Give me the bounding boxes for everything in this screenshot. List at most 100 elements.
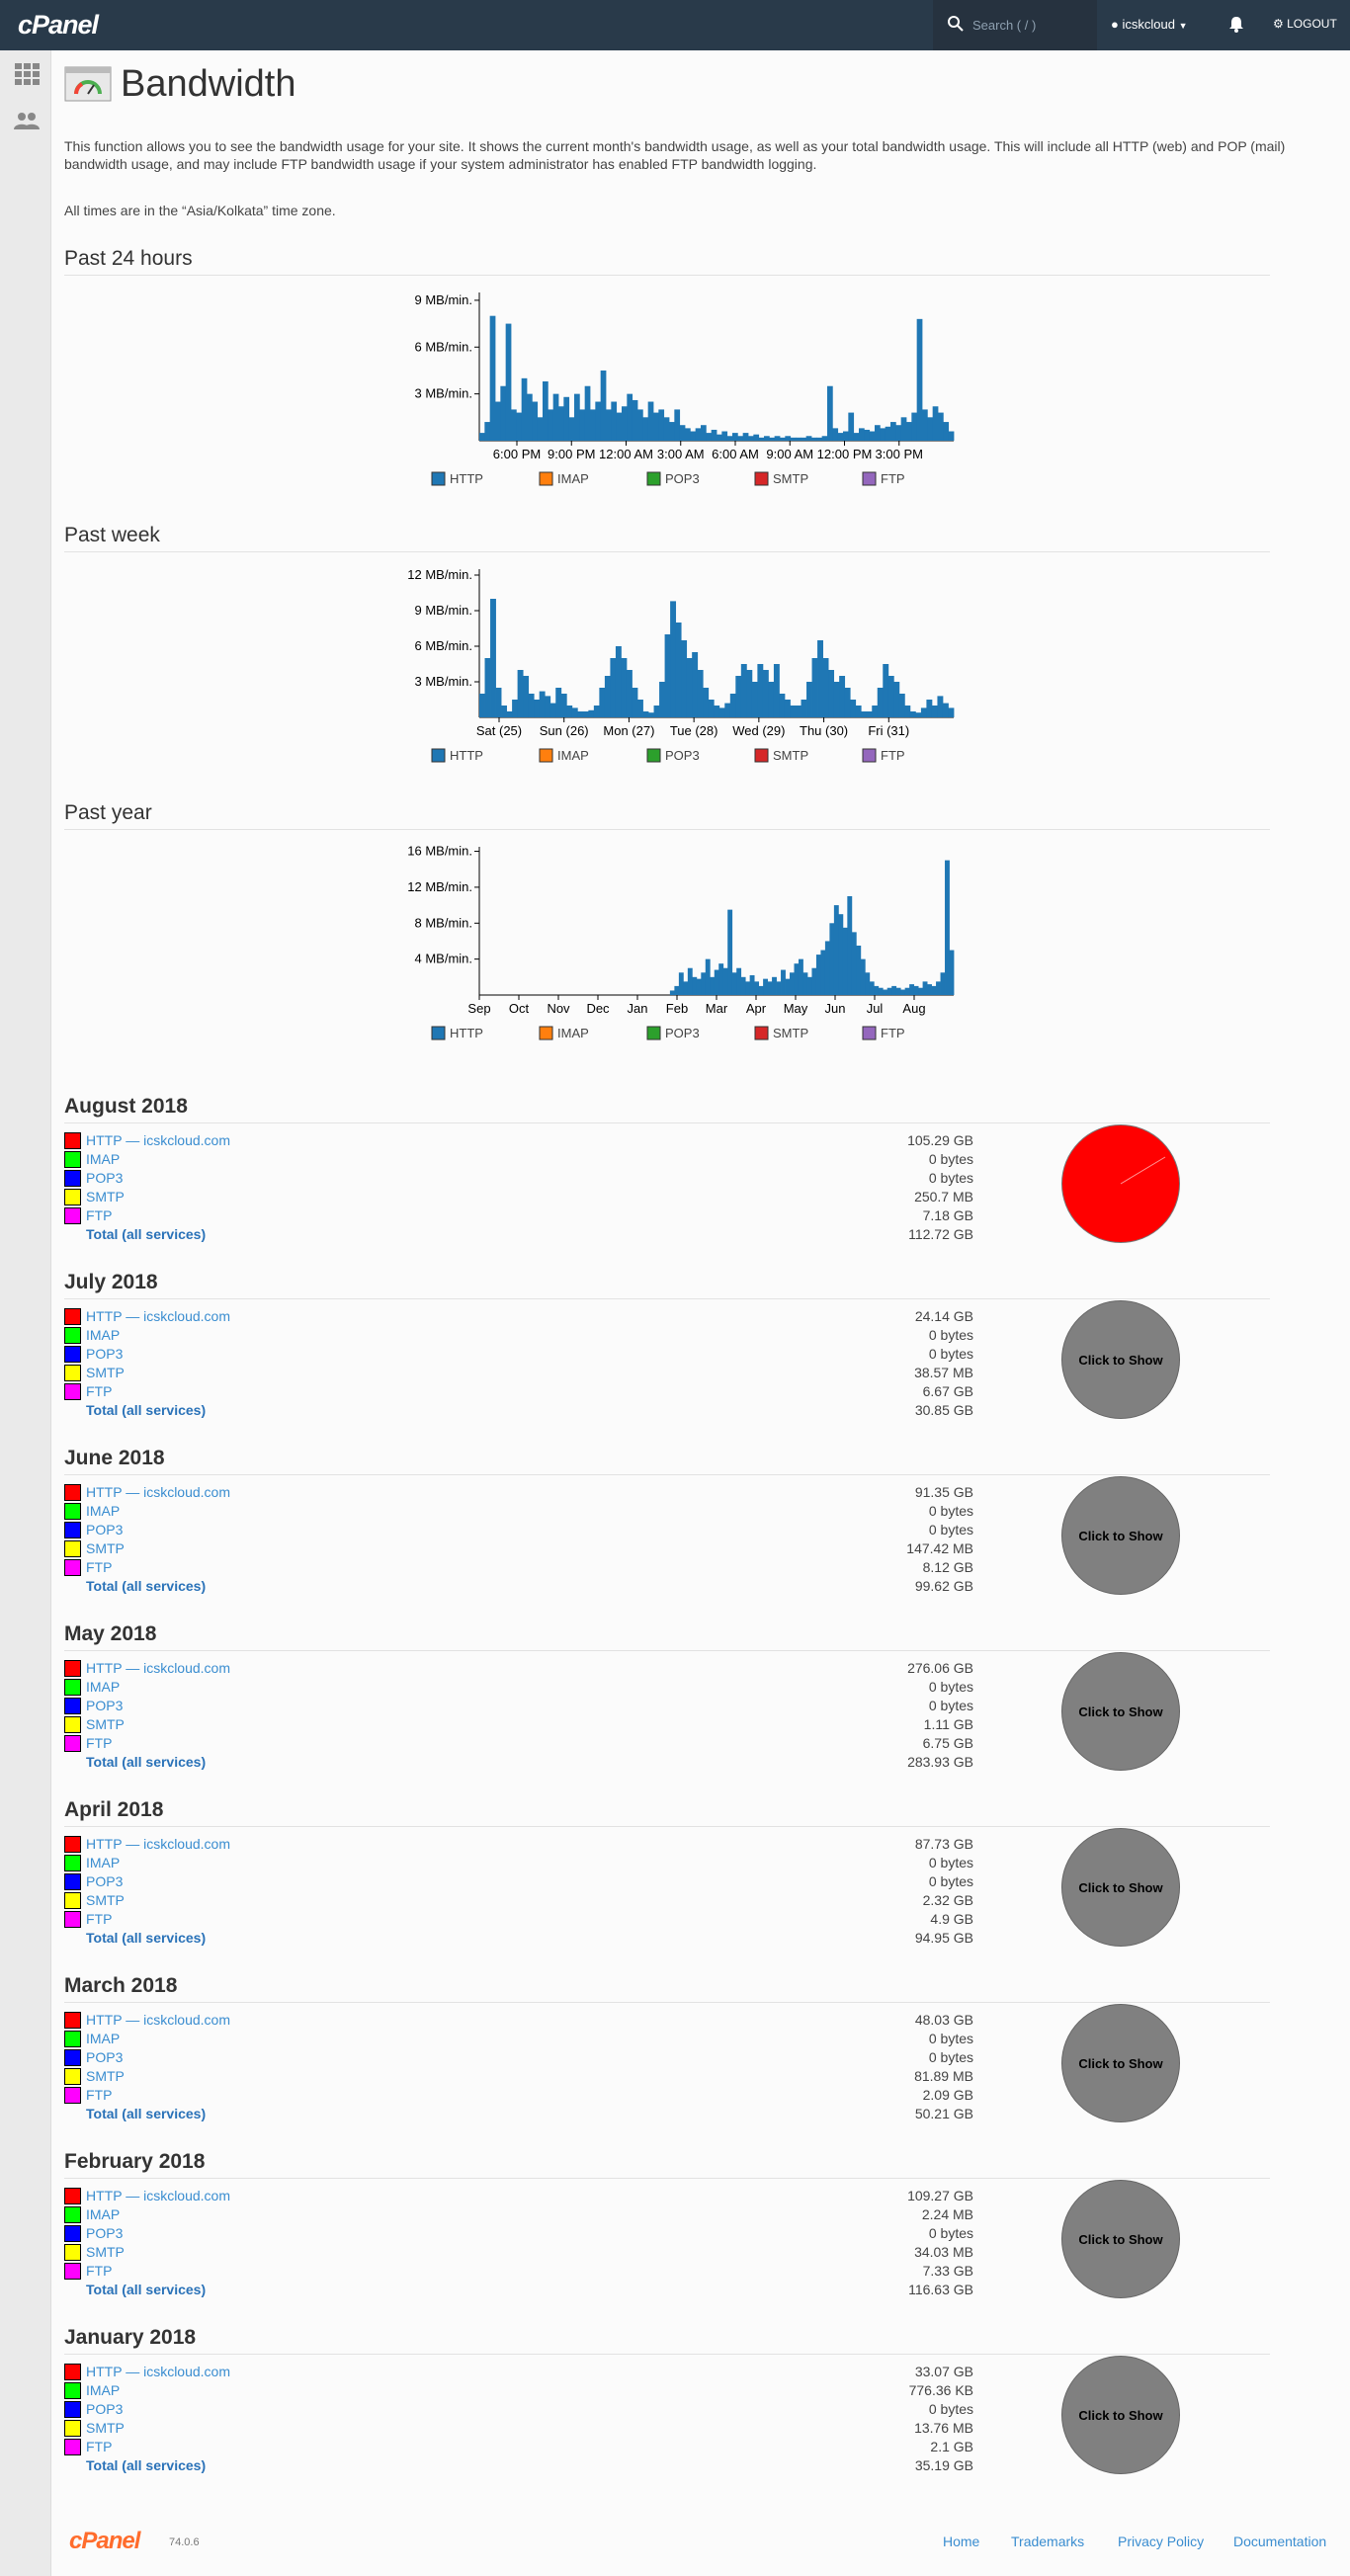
usage-value: 776.36 KB (908, 2382, 973, 2398)
service-link[interactable]: IMAP (86, 1855, 120, 1870)
http-bar (781, 969, 786, 995)
http-bar (674, 985, 680, 995)
service-link[interactable]: IMAP (86, 1679, 120, 1695)
service-link[interactable]: FTP (86, 2439, 112, 2454)
footer-link-privacy[interactable]: Privacy Policy (1118, 2534, 1204, 2549)
service-link[interactable]: SMTP (86, 1189, 125, 1205)
color-swatch (64, 1540, 81, 1557)
http-bar (926, 700, 933, 717)
service-link[interactable]: POP3 (86, 1170, 123, 1186)
service-link[interactable]: FTP (86, 2263, 112, 2279)
http-bar (820, 950, 826, 995)
service-link[interactable]: POP3 (86, 2049, 123, 2065)
service-link[interactable]: HTTP — icskcloud.com (86, 1308, 230, 1324)
x-tick-label: Fri (31) (868, 723, 909, 738)
http-bar (763, 978, 768, 995)
service-link[interactable]: HTTP — icskcloud.com (86, 2188, 230, 2203)
http-bar (943, 422, 950, 441)
http-bar (685, 428, 691, 441)
click-to-show-pie-button[interactable]: Click to Show (1061, 2180, 1180, 2298)
bell-icon[interactable] (1227, 15, 1245, 33)
color-swatch (64, 1346, 81, 1363)
http-bar (817, 640, 823, 717)
service-link[interactable]: FTP (86, 1383, 112, 1399)
click-to-show-pie-button[interactable]: Click to Show (1061, 1300, 1180, 1419)
usage-value: 0 bytes (928, 1151, 973, 1167)
total-label: Total (all services) (86, 1930, 207, 1946)
service-link[interactable]: SMTP (86, 1716, 125, 1732)
service-link[interactable]: FTP (86, 1207, 112, 1223)
service-link[interactable]: SMTP (86, 1365, 125, 1380)
service-link[interactable]: IMAP (86, 2206, 120, 2222)
service-link[interactable]: IMAP (86, 1151, 120, 1167)
usage-value: 99.62 GB (914, 1578, 973, 1594)
legend-swatch-smtp (754, 471, 769, 486)
service-link[interactable]: FTP (86, 1559, 112, 1575)
http-bar (936, 981, 941, 995)
service-link[interactable]: POP3 (86, 1522, 123, 1537)
service-link[interactable]: SMTP (86, 2244, 125, 2260)
footer-link-trademarks[interactable]: Trademarks (1011, 2534, 1084, 2549)
service-link[interactable]: FTP (86, 2087, 112, 2103)
pie-slice-line (1120, 1156, 1166, 1185)
footer-link-home[interactable]: Home (943, 2534, 979, 2549)
click-to-show-pie-button[interactable]: Click to Show (1061, 1652, 1180, 1771)
service-link[interactable]: HTTP — icskcloud.com (86, 1132, 230, 1148)
service-link[interactable]: SMTP (86, 1892, 125, 1908)
usage-value: 8.12 GB (922, 1559, 973, 1575)
search-input[interactable] (970, 14, 1089, 36)
service-link[interactable]: SMTP (86, 2068, 125, 2084)
http-bar (552, 393, 559, 441)
user-menu[interactable]: ● icskcloud ▼ (1111, 17, 1188, 32)
usage-value: 147.42 MB (906, 1540, 973, 1556)
cpanel-logo[interactable]: cPanel (18, 10, 99, 41)
http-bar (621, 658, 628, 717)
service-link[interactable]: HTTP — icskcloud.com (86, 1836, 230, 1852)
click-to-show-pie-button[interactable]: Click to Show (1061, 1476, 1180, 1595)
service-link[interactable]: POP3 (86, 2225, 123, 2241)
service-link[interactable]: IMAP (86, 1503, 120, 1519)
http-bar (796, 437, 802, 441)
service-link[interactable]: SMTP (86, 1540, 125, 1556)
click-to-show-pie-button[interactable]: Click to Show (1061, 1828, 1180, 1947)
http-bar (527, 393, 533, 441)
apps-grid-icon[interactable] (13, 60, 41, 88)
service-link[interactable]: SMTP (86, 2420, 125, 2436)
footer-link-documentation[interactable]: Documentation (1233, 2534, 1326, 2549)
service-link[interactable]: POP3 (86, 1698, 123, 1713)
service-link[interactable]: HTTP — icskcloud.com (86, 1484, 230, 1500)
legend-label-imap: IMAP (557, 748, 589, 763)
http-bar (848, 412, 855, 441)
users-icon[interactable] (13, 108, 41, 135)
http-bar (697, 670, 704, 717)
service-link[interactable]: IMAP (86, 2382, 120, 2398)
footer-cpanel-logo: cPanel (69, 2528, 140, 2554)
click-to-show-pie-button[interactable]: Click to Show (1061, 2004, 1180, 2122)
http-bar (549, 703, 556, 717)
service-link[interactable]: IMAP (86, 2031, 120, 2046)
service-link[interactable]: HTTP — icskcloud.com (86, 1660, 230, 1676)
section-divider (64, 275, 1270, 276)
service-link[interactable]: POP3 (86, 2401, 123, 2417)
service-link[interactable]: HTTP — icskcloud.com (86, 2012, 230, 2028)
usage-value: 0 bytes (928, 1855, 973, 1870)
color-swatch (64, 1484, 81, 1501)
service-link[interactable]: IMAP (86, 1327, 120, 1343)
service-link[interactable]: HTTP — icskcloud.com (86, 2364, 230, 2379)
http-bar (537, 417, 544, 441)
intro-text: This function allows you to see the band… (64, 138, 1286, 172)
http-bar (821, 436, 828, 441)
http-bar (842, 927, 848, 995)
http-bar (548, 409, 554, 441)
click-to-show-pie-button[interactable]: Click to Show (1061, 2356, 1180, 2474)
service-link[interactable]: POP3 (86, 1346, 123, 1362)
http-bar (571, 707, 578, 717)
service-link[interactable]: POP3 (86, 1873, 123, 1889)
service-link[interactable]: FTP (86, 1735, 112, 1751)
logout-button[interactable]: ⚙ LOGOUT (1273, 17, 1337, 31)
service-link[interactable]: FTP (86, 1911, 112, 1927)
x-tick-label: May (784, 1001, 808, 1016)
http-bar (753, 434, 760, 441)
month-divider (64, 2002, 1270, 2003)
http-bar (758, 437, 765, 441)
